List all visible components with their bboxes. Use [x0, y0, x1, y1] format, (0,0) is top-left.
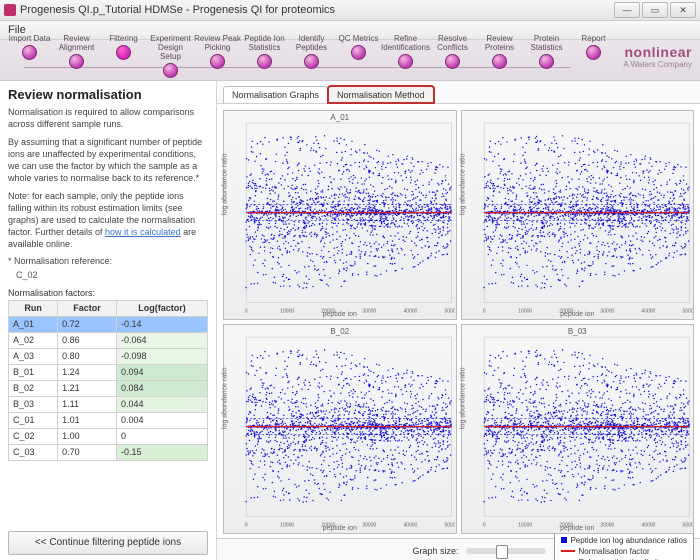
scatter-plot: 01000020000300004000050000B_03log abunda…	[461, 324, 695, 534]
table-row[interactable]: A_020.86-0.064	[9, 333, 208, 349]
step-6[interactable]: IdentifyPeptides	[288, 34, 335, 80]
step-11[interactable]: ProteinStatistics	[523, 34, 570, 80]
scatter-plot: 01000020000300004000050000log abundance …	[461, 110, 695, 320]
step-8[interactable]: RefineIdentifications	[382, 34, 429, 80]
table-row[interactable]: C_030.70-0.15	[9, 445, 208, 461]
step-3[interactable]: ExperimentDesign Setup	[147, 34, 194, 80]
plot-footer: Graph size: Peptide ion log abundance ra…	[217, 538, 700, 560]
table-row[interactable]: C_021.000	[9, 429, 208, 445]
step-dot-11	[539, 54, 554, 69]
workflow-bar: Import DataReviewAlignmentFilteringExper…	[0, 40, 700, 81]
panel-heading: Review normalisation	[8, 87, 208, 102]
step-dot-6	[304, 54, 319, 69]
titlebar: Progenesis QI.p_Tutorial HDMSe - Progene…	[0, 0, 700, 21]
step-dot-0	[22, 45, 37, 60]
step-4[interactable]: Review PeakPicking	[194, 34, 241, 80]
step-dot-9	[445, 54, 460, 69]
close-button[interactable]: ✕	[670, 2, 696, 18]
panel-text-1: Normalisation is required to allow compa…	[8, 106, 208, 130]
step-0[interactable]: Import Data	[6, 34, 53, 80]
y-axis-label: log abundance ratio	[459, 154, 466, 216]
scatter-plot: 01000020000300004000050000B_02log abunda…	[223, 324, 457, 534]
x-axis-label: peptide ion	[462, 311, 694, 318]
step-12[interactable]: Report	[570, 34, 617, 80]
th-factor[interactable]: Factor	[58, 301, 117, 317]
step-dot-5	[257, 54, 272, 69]
y-axis-label: log abundance ratio	[459, 368, 466, 430]
minimize-button[interactable]: —	[614, 2, 640, 18]
tabs: Normalisation Graphs Normalisation Metho…	[217, 81, 700, 104]
step-10[interactable]: ReviewProteins	[476, 34, 523, 80]
continue-button[interactable]: << Continue filtering peptide ions	[8, 531, 208, 555]
x-axis-label: peptide ion	[224, 311, 456, 318]
panel-text-2: By assuming that a significant number of…	[8, 136, 208, 184]
step-dot-8	[398, 54, 413, 69]
right-panel: Normalisation Graphs Normalisation Metho…	[217, 81, 700, 560]
reference-label: * Normalisation reference:	[8, 256, 208, 266]
step-dot-2	[116, 45, 131, 60]
step-dot-7	[351, 45, 366, 60]
table-row[interactable]: B_031.110.044	[9, 397, 208, 413]
x-axis-label: peptide ion	[462, 525, 694, 532]
factors-label: Normalisation factors:	[8, 288, 208, 298]
step-1[interactable]: ReviewAlignment	[53, 34, 100, 80]
factors-table: Run Factor Log(factor) A_010.72-0.14A_02…	[8, 300, 208, 461]
calc-link[interactable]: how it is calculated	[105, 227, 181, 237]
tab-graphs[interactable]: Normalisation Graphs	[223, 86, 328, 103]
step-dot-12	[586, 45, 601, 60]
table-row[interactable]: A_010.72-0.14	[9, 317, 208, 333]
table-row[interactable]: B_011.240.094	[9, 365, 208, 381]
plot-grid: 01000020000300004000050000A_01log abunda…	[217, 104, 700, 538]
step-9[interactable]: ResolveConflicts	[429, 34, 476, 80]
panel-text-3: Note: for each sample, only the peptide …	[8, 190, 208, 250]
graph-size-slider[interactable]	[466, 548, 546, 554]
window-title: Progenesis QI.p_Tutorial HDMSe - Progene…	[20, 4, 335, 16]
step-5[interactable]: Peptide IonStatistics	[241, 34, 288, 80]
scatter-plot: 01000020000300004000050000A_01log abunda…	[223, 110, 457, 320]
table-row[interactable]: B_021.210.084	[9, 381, 208, 397]
y-axis-label: log abundance ratio	[222, 368, 229, 430]
step-dot-10	[492, 54, 507, 69]
x-axis-label: peptide ion	[224, 525, 456, 532]
tab-method[interactable]: Normalisation Method	[328, 86, 434, 103]
step-dot-1	[69, 54, 84, 69]
left-panel: Review normalisation Normalisation is re…	[0, 81, 217, 560]
chart-title: A_01	[224, 113, 456, 122]
chart-title: B_03	[462, 327, 694, 336]
step-7[interactable]: QC Metrics	[335, 34, 382, 80]
step-dot-3	[163, 63, 178, 78]
table-row[interactable]: C_011.010.004	[9, 413, 208, 429]
chart-title: B_02	[224, 327, 456, 336]
step-2[interactable]: Filtering	[100, 34, 147, 80]
th-log[interactable]: Log(factor)	[116, 301, 207, 317]
step-dot-4	[210, 54, 225, 69]
graph-size-label: Graph size:	[412, 546, 458, 556]
brand-logo: nonlinearA Waters Company	[623, 44, 692, 69]
app-icon	[4, 4, 16, 16]
slider-thumb[interactable]	[496, 545, 508, 559]
maximize-button[interactable]: ▭	[642, 2, 668, 18]
reference-value: C_02	[16, 270, 208, 280]
y-axis-label: log abundance ratio	[222, 154, 229, 216]
th-run[interactable]: Run	[9, 301, 58, 317]
table-row[interactable]: A_030.80-0.098	[9, 349, 208, 365]
